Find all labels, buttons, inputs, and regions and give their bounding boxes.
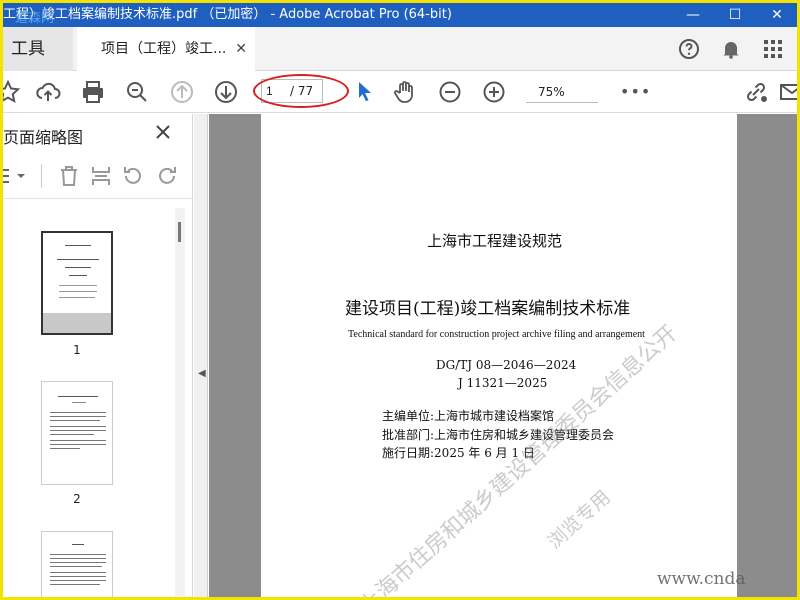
document-title: 建设项目(工程)竣工档案编制技术标准 bbox=[345, 299, 631, 319]
standard-code: DG/TJ 08—2046—2024 bbox=[436, 358, 577, 372]
rotate-left-icon[interactable] bbox=[121, 164, 145, 188]
thumbnail-page-3[interactable] bbox=[41, 531, 113, 597]
notification-bell-icon[interactable] bbox=[719, 37, 743, 61]
tab-document-label: 项目（工程）竣工... bbox=[101, 41, 227, 57]
zoom-out-icon[interactable] bbox=[437, 79, 463, 105]
close-panel-icon[interactable] bbox=[153, 122, 173, 142]
pdf-page: 上海市工程建设规范 建设项目(工程)竣工档案编制技术标准 Technical s… bbox=[261, 114, 737, 597]
editor-unit: 主编单位:上海市城市建设档案馆 bbox=[382, 409, 555, 423]
thumbnail-label: 1 bbox=[73, 343, 81, 357]
email-icon[interactable] bbox=[779, 79, 797, 105]
app-window: 工程）竣工档案编制技术标准.pdf （已加密） - Adobe Acrobat … bbox=[3, 3, 797, 597]
thumbnail-toolbar bbox=[3, 160, 193, 192]
rotate-right-icon[interactable] bbox=[155, 164, 179, 188]
page-thumbnails-panel: 页面缩略图 1 2 bbox=[3, 114, 193, 597]
panel-divider bbox=[3, 198, 193, 199]
thumbnail-page-2[interactable] bbox=[41, 381, 113, 485]
more-tools-icon[interactable]: ••• bbox=[620, 79, 650, 105]
page-margin bbox=[739, 114, 797, 597]
zoom-in-icon[interactable] bbox=[481, 79, 507, 105]
red-annotation-ellipse bbox=[253, 74, 349, 108]
thumbnail-options-icon[interactable] bbox=[3, 164, 33, 188]
scrollbar-thumb[interactable] bbox=[178, 222, 181, 242]
minimize-button[interactable]: — bbox=[673, 3, 713, 27]
select-cursor-icon[interactable] bbox=[352, 79, 378, 105]
delete-page-icon[interactable] bbox=[57, 164, 81, 188]
help-icon[interactable] bbox=[677, 37, 701, 61]
site-watermark-bottom: www.cnda bbox=[657, 569, 746, 589]
site-watermark-top: 道森网 bbox=[15, 11, 55, 26]
english-title: Technical standard for construction proj… bbox=[348, 329, 645, 340]
thumbnail-page-1[interactable] bbox=[41, 231, 113, 335]
main-toolbar: / 77 75% ••• bbox=[3, 71, 797, 113]
tab-document[interactable]: 项目（工程）竣工... ✕ bbox=[77, 27, 255, 71]
tab-bar: 工具 项目（工程）竣工... ✕ bbox=[3, 27, 797, 71]
maximize-button[interactable]: ☐ bbox=[715, 3, 755, 27]
thumbnail-scrollbar[interactable] bbox=[175, 208, 185, 597]
print-icon[interactable] bbox=[80, 79, 106, 105]
record-code: J 11321—2025 bbox=[458, 376, 548, 390]
title-bar: 工程）竣工档案编制技术标准.pdf （已加密） - Adobe Acrobat … bbox=[3, 3, 797, 27]
tab-tools[interactable]: 工具 bbox=[3, 27, 73, 71]
previous-page-icon[interactable] bbox=[169, 79, 195, 105]
toolbar-divider bbox=[41, 164, 42, 188]
collapse-panel-arrow-icon[interactable]: ◀ bbox=[198, 368, 206, 379]
window-title: 工程）竣工档案编制技术标准.pdf （已加密） - Adobe Acrobat … bbox=[3, 7, 452, 22]
zoom-search-icon[interactable] bbox=[124, 79, 150, 105]
document-view[interactable]: 上海市工程建设规范 建设项目(工程)竣工档案编制技术标准 Technical s… bbox=[209, 114, 797, 597]
next-page-icon[interactable] bbox=[213, 79, 239, 105]
insert-page-icon[interactable] bbox=[89, 164, 113, 188]
zoom-level-dropdown[interactable]: 75% bbox=[526, 81, 598, 103]
apps-grid-icon[interactable] bbox=[761, 37, 785, 61]
panel-title: 页面缩略图 bbox=[3, 128, 84, 147]
spec-series-heading: 上海市工程建设规范 bbox=[427, 232, 563, 250]
close-window-button[interactable]: ✕ bbox=[757, 3, 797, 27]
close-tab-icon[interactable]: ✕ bbox=[235, 27, 247, 71]
bookmark-star-icon[interactable] bbox=[3, 79, 21, 105]
cloud-upload-icon[interactable] bbox=[35, 79, 61, 105]
share-link-icon[interactable] bbox=[743, 79, 769, 105]
hand-tool-icon[interactable] bbox=[392, 79, 418, 105]
panel-splitter[interactable]: ◀ bbox=[194, 114, 208, 597]
diagonal-watermark-2: 浏览专用 bbox=[543, 486, 615, 554]
thumbnail-label: 2 bbox=[73, 492, 81, 506]
